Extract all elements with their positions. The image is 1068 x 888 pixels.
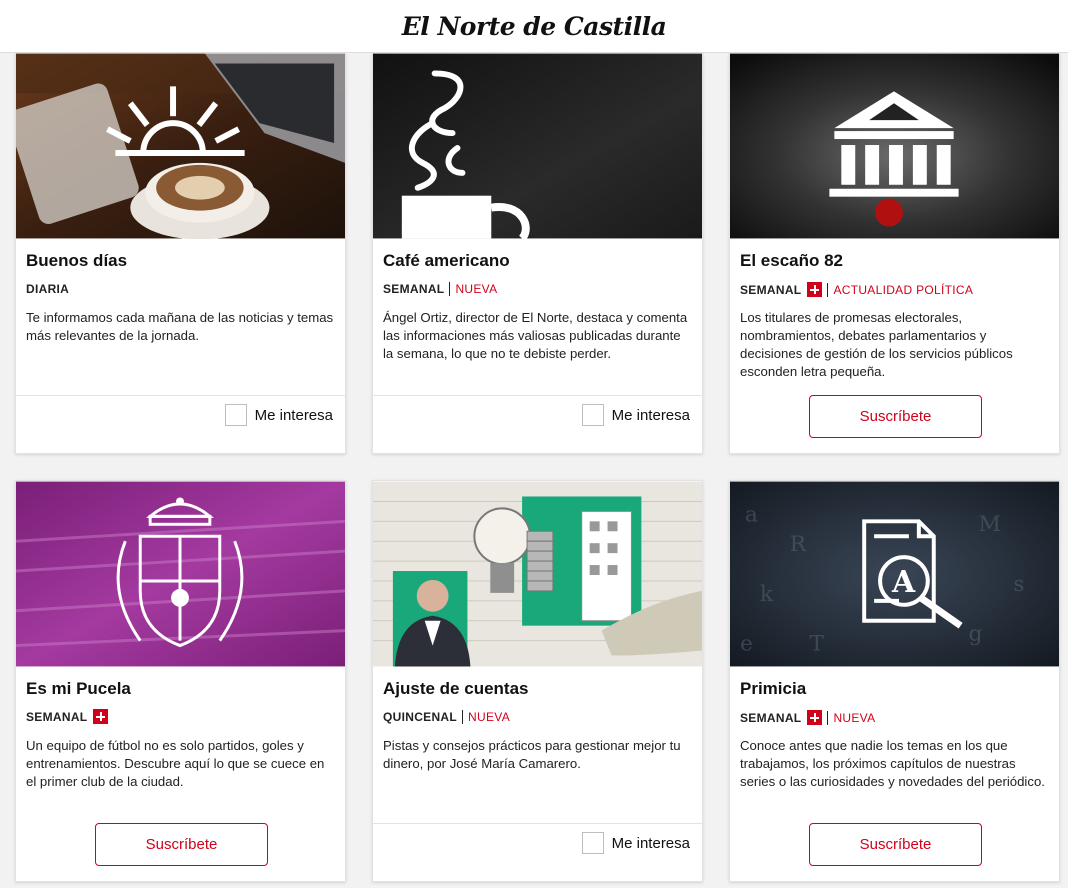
subscribe-button[interactable]: Suscríbete	[809, 823, 982, 866]
steaming-cup-icon	[373, 53, 702, 239]
plus-badge-icon	[807, 710, 823, 725]
sunrise-icon	[16, 53, 345, 239]
plus-badge-icon	[807, 282, 823, 297]
card-image	[16, 481, 345, 667]
card-meta: SEMANAL ACTUALIDAD POLÍTICA	[740, 282, 973, 297]
subscribe-button[interactable]: Suscríbete	[809, 395, 982, 438]
card-image	[730, 53, 1059, 239]
me-interesa-label: Me interesa	[611, 406, 690, 424]
svg-text:A: A	[891, 565, 916, 600]
card-image	[373, 481, 702, 667]
checkbox-icon[interactable]	[581, 404, 604, 426]
tag-label: NUEVA	[468, 710, 510, 724]
card-title[interactable]: Ajuste de cuentas	[383, 679, 529, 699]
frequency-label: QUINCENAL	[383, 710, 458, 724]
tag-label: NUEVA	[833, 710, 876, 725]
newsletter-card-primicia: a Rk Ms g Te A Primicia SEMANAL NUEVA Cono…	[729, 480, 1060, 882]
card-title[interactable]: Primicia	[740, 679, 806, 699]
meta-separator	[827, 282, 829, 297]
frequency-label: SEMANAL	[383, 282, 445, 296]
site-logo[interactable]: El Norte de Castilla	[402, 12, 667, 41]
card-description: Conoce antes que nadie los temas en los …	[740, 738, 1045, 789]
svg-text:R: R	[790, 532, 807, 557]
me-interesa-toggle[interactable]: Me interesa	[224, 404, 333, 426]
card-image: a Rk Ms g Te A	[730, 481, 1059, 667]
frequency-label: DIARIA	[26, 282, 70, 296]
svg-text:T: T	[810, 632, 825, 657]
me-interesa-label: Me interesa	[254, 406, 333, 424]
plus-badge-icon	[93, 709, 109, 724]
svg-text:M: M	[978, 512, 1000, 537]
document-magnifier-icon: a Rk Ms g Te A	[730, 481, 1059, 667]
card-meta: SEMANAL NUEVA	[740, 710, 875, 725]
svg-text:a: a	[745, 502, 758, 527]
svg-text:e: e	[740, 632, 753, 657]
meta-separator	[462, 710, 464, 724]
site-header: El Norte de Castilla	[0, 0, 1068, 53]
card-meta: QUINCENAL NUEVA	[383, 710, 510, 724]
card-description: Los titulares de promesas electorales, n…	[740, 310, 1013, 379]
newsletter-card-ajuste-de-cuentas: Ajuste de cuentas QUINCENAL NUEVA Pistas…	[372, 480, 703, 882]
lightbulb-coins-collage	[373, 481, 702, 667]
card-image	[373, 53, 702, 239]
parliament-icon	[730, 53, 1059, 239]
card-divider	[16, 395, 345, 396]
frequency-label: SEMANAL	[740, 710, 802, 725]
me-interesa-toggle[interactable]: Me interesa	[581, 404, 690, 426]
svg-text:s: s	[1013, 572, 1024, 597]
card-meta: SEMANAL	[26, 709, 109, 724]
card-divider	[373, 823, 702, 824]
card-divider	[373, 395, 702, 396]
tag-label: ACTUALIDAD POLÍTICA	[833, 282, 974, 297]
checkbox-icon[interactable]	[224, 404, 247, 426]
meta-separator	[827, 710, 829, 725]
card-image	[16, 53, 345, 239]
card-description: Un equipo de fútbol no es solo partidos,…	[26, 738, 325, 789]
card-meta: DIARIA	[26, 282, 69, 296]
svg-text:k: k	[760, 582, 774, 607]
card-description: Pistas y consejos prácticos para gestion…	[383, 738, 681, 771]
newsletter-card-buenos-dias: Buenos días DIARIA Te informamos cada ma…	[15, 52, 346, 454]
svg-text:g: g	[969, 622, 983, 647]
subscribe-button[interactable]: Suscríbete	[95, 823, 268, 866]
card-title[interactable]: El escaño 82	[740, 251, 843, 271]
frequency-label: SEMANAL	[26, 709, 88, 724]
card-description: Ángel Ortiz, director de El Norte, desta…	[383, 310, 688, 361]
newsletter-card-cafe-americano: Café americano SEMANAL NUEVA Ángel Ortiz…	[372, 52, 703, 454]
card-title[interactable]: Café americano	[383, 251, 510, 271]
card-title[interactable]: Buenos días	[26, 251, 127, 271]
me-interesa-toggle[interactable]: Me interesa	[581, 832, 690, 854]
club-crest-icon	[16, 481, 345, 667]
tag-label: NUEVA	[455, 282, 498, 296]
newsletter-card-el-escano-82: El escaño 82 SEMANAL ACTUALIDAD POLÍTICA…	[729, 52, 1060, 454]
card-title[interactable]: Es mi Pucela	[26, 679, 131, 699]
meta-separator	[449, 282, 451, 296]
card-description: Te informamos cada mañana de las noticia…	[26, 310, 334, 343]
newsletter-card-es-mi-pucela: Es mi Pucela SEMANAL Un equipo de fútbol…	[15, 480, 346, 882]
checkbox-icon[interactable]	[581, 832, 604, 854]
me-interesa-label: Me interesa	[611, 834, 690, 852]
card-meta: SEMANAL NUEVA	[383, 282, 497, 296]
frequency-label: SEMANAL	[740, 282, 802, 297]
